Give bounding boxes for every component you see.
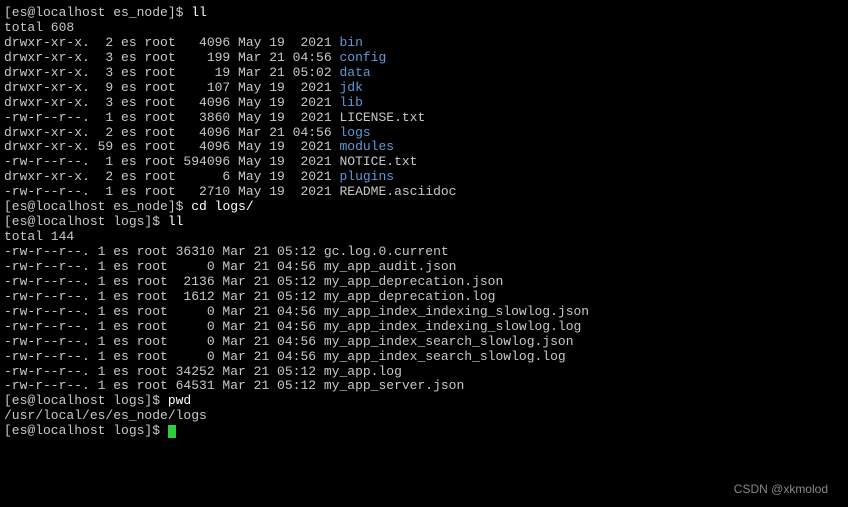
- prompt-line[interactable]: [es@localhost es_node]$ ll: [4, 6, 844, 21]
- file-meta: -rw-r--r--. 1 es root 1612 Mar 21 05:12: [4, 289, 324, 304]
- file-name: my_app_index_indexing_slowlog.json: [324, 304, 589, 319]
- file-name: my_app.log: [324, 364, 402, 379]
- file-meta: -rw-r--r--. 1 es root 0 Mar 21 04:56: [4, 334, 324, 349]
- file-name: gc.log.0.current: [324, 244, 449, 259]
- command-text: pwd: [168, 393, 191, 408]
- file-meta: -rw-r--r--. 1 es root 0 Mar 21 04:56: [4, 304, 324, 319]
- file-row: -rw-r--r--. 1 es root 2710 May 19 2021 R…: [4, 185, 844, 200]
- file-meta: -rw-r--r--. 1 es root 0 Mar 21 04:56: [4, 349, 324, 364]
- file-row: drwxr-xr-x. 2 es root 4096 Mar 21 04:56 …: [4, 126, 844, 141]
- shell-prompt: [es@localhost logs]$: [4, 214, 168, 229]
- file-row: drwxr-xr-x. 3 es root 19 Mar 21 05:02 da…: [4, 66, 844, 81]
- file-row: -rw-r--r--. 1 es root 0 Mar 21 04:56 my_…: [4, 350, 844, 365]
- file-row: -rw-r--r--. 1 es root 594096 May 19 2021…: [4, 155, 844, 170]
- file-name: NOTICE.txt: [339, 154, 417, 169]
- file-meta: -rw-r--r--. 1 es root 36310 Mar 21 05:12: [4, 244, 324, 259]
- file-row: -rw-r--r--. 1 es root 0 Mar 21 04:56 my_…: [4, 320, 844, 335]
- file-meta: -rw-r--r--. 1 es root 594096 May 19 2021: [4, 154, 339, 169]
- file-row: drwxr-xr-x. 59 es root 4096 May 19 2021 …: [4, 140, 844, 155]
- command-text: cd logs/: [191, 199, 253, 214]
- file-meta: -rw-r--r--. 1 es root 0 Mar 21 04:56: [4, 259, 324, 274]
- file-meta: -rw-r--r--. 1 es root 0 Mar 21 04:56: [4, 319, 324, 334]
- file-meta: drwxr-xr-x. 3 es root 199 Mar 21 04:56: [4, 50, 339, 65]
- directory-name: plugins: [339, 169, 394, 184]
- file-row: drwxr-xr-x. 3 es root 4096 May 19 2021 l…: [4, 96, 844, 111]
- file-row: drwxr-xr-x. 9 es root 107 May 19 2021 jd…: [4, 81, 844, 96]
- file-name: my_app_deprecation.json: [324, 274, 503, 289]
- file-row: -rw-r--r--. 1 es root 0 Mar 21 04:56 my_…: [4, 305, 844, 320]
- total-line: total 144: [4, 230, 844, 245]
- file-name: my_app_index_indexing_slowlog.log: [324, 319, 581, 334]
- file-name: my_app_deprecation.log: [324, 289, 496, 304]
- file-name: README.asciidoc: [339, 184, 456, 199]
- terminal-output[interactable]: [es@localhost es_node]$ lltotal 608drwxr…: [4, 6, 844, 439]
- file-meta: drwxr-xr-x. 3 es root 19 Mar 21 05:02: [4, 65, 339, 80]
- file-name: my_app_index_search_slowlog.json: [324, 334, 574, 349]
- file-row: -rw-r--r--. 1 es root 2136 Mar 21 05:12 …: [4, 275, 844, 290]
- prompt-line[interactable]: [es@localhost logs]$ pwd: [4, 394, 844, 409]
- prompt-line[interactable]: [es@localhost es_node]$ cd logs/: [4, 200, 844, 215]
- file-meta: drwxr-xr-x. 9 es root 107 May 19 2021: [4, 80, 339, 95]
- directory-name: bin: [339, 35, 362, 50]
- prompt-line[interactable]: [es@localhost logs]$ ll: [4, 215, 844, 230]
- file-meta: drwxr-xr-x. 2 es root 4096 May 19 2021: [4, 35, 339, 50]
- pwd-output: /usr/local/es/es_node/logs: [4, 409, 844, 424]
- directory-name: config: [339, 50, 386, 65]
- file-row: -rw-r--r--. 1 es root 64531 Mar 21 05:12…: [4, 379, 844, 394]
- file-meta: drwxr-xr-x. 2 es root 6 May 19 2021: [4, 169, 339, 184]
- total-line: total 608: [4, 21, 844, 36]
- directory-name: jdk: [339, 80, 362, 95]
- directory-name: lib: [339, 95, 362, 110]
- file-row: -rw-r--r--. 1 es root 0 Mar 21 04:56 my_…: [4, 260, 844, 275]
- file-row: -rw-r--r--. 1 es root 34252 Mar 21 05:12…: [4, 365, 844, 380]
- file-row: -rw-r--r--. 1 es root 1612 Mar 21 05:12 …: [4, 290, 844, 305]
- file-row: drwxr-xr-x. 2 es root 4096 May 19 2021 b…: [4, 36, 844, 51]
- command-text: ll: [168, 214, 184, 229]
- shell-prompt: [es@localhost logs]$: [4, 423, 168, 438]
- shell-prompt: [es@localhost es_node]$: [4, 199, 191, 214]
- file-meta: drwxr-xr-x. 2 es root 4096 Mar 21 04:56: [4, 125, 339, 140]
- directory-name: modules: [339, 139, 394, 154]
- file-meta: -rw-r--r--. 1 es root 3860 May 19 2021: [4, 110, 339, 125]
- file-row: drwxr-xr-x. 3 es root 199 Mar 21 04:56 c…: [4, 51, 844, 66]
- file-name: my_app_audit.json: [324, 259, 457, 274]
- file-meta: drwxr-xr-x. 59 es root 4096 May 19 2021: [4, 139, 339, 154]
- file-name: LICENSE.txt: [339, 110, 425, 125]
- file-meta: drwxr-xr-x. 3 es root 4096 May 19 2021: [4, 95, 339, 110]
- file-row: -rw-r--r--. 1 es root 3860 May 19 2021 L…: [4, 111, 844, 126]
- file-name: my_app_index_search_slowlog.log: [324, 349, 566, 364]
- file-meta: -rw-r--r--. 1 es root 2136 Mar 21 05:12: [4, 274, 324, 289]
- file-row: drwxr-xr-x. 2 es root 6 May 19 2021 plug…: [4, 170, 844, 185]
- file-meta: -rw-r--r--. 1 es root 34252 Mar 21 05:12: [4, 364, 324, 379]
- prompt-line[interactable]: [es@localhost logs]$: [4, 424, 844, 439]
- cursor: [168, 425, 176, 438]
- file-meta: -rw-r--r--. 1 es root 64531 Mar 21 05:12: [4, 378, 324, 393]
- watermark-text: CSDN @xkmolod: [734, 483, 828, 497]
- file-row: -rw-r--r--. 1 es root 0 Mar 21 04:56 my_…: [4, 335, 844, 350]
- command-text: ll: [191, 5, 207, 20]
- directory-name: data: [339, 65, 370, 80]
- file-row: -rw-r--r--. 1 es root 36310 Mar 21 05:12…: [4, 245, 844, 260]
- directory-name: logs: [339, 125, 370, 140]
- shell-prompt: [es@localhost es_node]$: [4, 5, 191, 20]
- file-meta: -rw-r--r--. 1 es root 2710 May 19 2021: [4, 184, 339, 199]
- file-name: my_app_server.json: [324, 378, 464, 393]
- shell-prompt: [es@localhost logs]$: [4, 393, 168, 408]
